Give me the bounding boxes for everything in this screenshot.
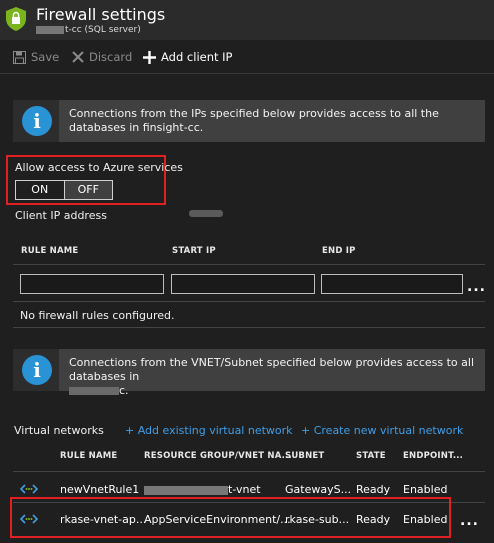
rule-more-button[interactable]: ... bbox=[467, 279, 486, 295]
info-icon-box-2: i bbox=[13, 349, 59, 391]
vnet-icon bbox=[20, 484, 38, 494]
page-subtitle: t-cc (SQL server) bbox=[36, 25, 141, 35]
save-icon bbox=[13, 50, 26, 64]
vnet-resource-group: t-vnet bbox=[144, 483, 261, 496]
col-rule-name: RULE NAME bbox=[21, 246, 79, 256]
vnet-subnet: GatewayS... bbox=[285, 483, 352, 496]
azure-access-label: Allow access to Azure services bbox=[15, 161, 183, 174]
col-end-ip: END IP bbox=[322, 246, 356, 256]
azure-access-toggle[interactable]: ON OFF bbox=[15, 180, 113, 200]
vnet-rule-name: rkase-vnet-ap... bbox=[60, 513, 147, 526]
info-banner-text: Connections from the IPs specified below… bbox=[69, 107, 439, 134]
info-banner-vnet-text: Connections from the VNET/Subnet specifi… bbox=[69, 356, 479, 398]
create-new-vnet-link[interactable]: + Create new virtual network bbox=[301, 424, 463, 437]
rules-header-divider bbox=[13, 264, 485, 265]
rules-row-divider bbox=[13, 301, 485, 302]
info-icon: i bbox=[22, 106, 52, 136]
subtitle-text: t-cc (SQL server) bbox=[65, 25, 141, 35]
vnet-resource-group-text: t-vnet bbox=[228, 483, 261, 496]
vnet-col-resource-group: RESOURCE GROUP/VNET NA... bbox=[144, 451, 292, 461]
rules-bottom-divider bbox=[13, 327, 485, 328]
col-start-ip: START IP bbox=[172, 246, 216, 256]
page-title: Firewall settings bbox=[36, 5, 166, 24]
add-client-ip-label: Add client IP bbox=[161, 50, 233, 64]
redacted-server-name bbox=[36, 25, 64, 34]
command-toolbar: Save Discard Add client IP bbox=[0, 42, 494, 74]
info-banner-vnet: i Connections from the VNET/Subnet speci… bbox=[13, 349, 485, 397]
add-existing-vnet-link[interactable]: + Add existing virtual network bbox=[125, 424, 293, 437]
shield-lock-icon bbox=[6, 7, 26, 31]
vnet-col-rule-name: RULE NAME bbox=[60, 451, 118, 461]
client-ip-label: Client IP address bbox=[15, 209, 107, 222]
firewall-settings-blade: Firewall settings t-cc (SQL server) Save… bbox=[0, 0, 494, 543]
save-button[interactable]: Save bbox=[13, 50, 59, 64]
vnet-state: Ready bbox=[356, 483, 391, 496]
vnet-endpoint: Enabled bbox=[403, 483, 448, 496]
add-client-ip-button[interactable]: Add client IP bbox=[143, 50, 233, 64]
save-label: Save bbox=[31, 50, 60, 64]
toggle-on-option[interactable]: ON bbox=[16, 181, 64, 199]
vnet-endpoint: Enabled bbox=[403, 513, 448, 526]
start-ip-input[interactable] bbox=[171, 274, 315, 294]
vnet-subnet: rkase-sub... bbox=[285, 513, 350, 526]
blade-header: Firewall settings t-cc (SQL server) bbox=[0, 0, 494, 40]
vnet-rule-name: newVnetRule1 bbox=[60, 483, 140, 496]
info-banner-ip: i Connections from the IPs specified bel… bbox=[13, 100, 485, 142]
end-ip-input[interactable] bbox=[321, 274, 463, 294]
discard-button[interactable]: Discard bbox=[72, 50, 132, 64]
vnet-state: Ready bbox=[356, 513, 391, 526]
vnet-icon bbox=[20, 514, 38, 524]
info-icon: i bbox=[22, 355, 52, 385]
discard-label: Discard bbox=[89, 50, 133, 64]
redacted-resource-group bbox=[144, 485, 228, 495]
toolbar-divider bbox=[0, 73, 494, 74]
vnet-col-state: STATE bbox=[356, 451, 386, 461]
redacted-server-name-2 bbox=[69, 387, 119, 395]
vnet-row-more-button[interactable]: ... bbox=[460, 513, 479, 529]
toggle-off-option[interactable]: OFF bbox=[63, 181, 112, 199]
rule-name-input[interactable] bbox=[20, 274, 164, 294]
no-rules-message: No firewall rules configured. bbox=[20, 309, 175, 322]
info-vnet-line2: c. bbox=[119, 384, 129, 397]
vnet-header-divider bbox=[13, 471, 485, 472]
client-ip-value-redacted bbox=[189, 210, 223, 217]
plus-icon bbox=[143, 50, 156, 64]
vnet-col-endpoint: ENDPOINT... bbox=[403, 451, 464, 461]
info-vnet-line1: Connections from the VNET/Subnet specifi… bbox=[69, 356, 475, 383]
vnet-resource-group: AppServiceEnvironment/... bbox=[144, 513, 291, 526]
virtual-networks-label: Virtual networks bbox=[14, 424, 104, 437]
info-icon-box: i bbox=[13, 100, 59, 142]
vnet-col-subnet: SUBNET bbox=[285, 451, 325, 461]
close-icon bbox=[72, 51, 84, 63]
